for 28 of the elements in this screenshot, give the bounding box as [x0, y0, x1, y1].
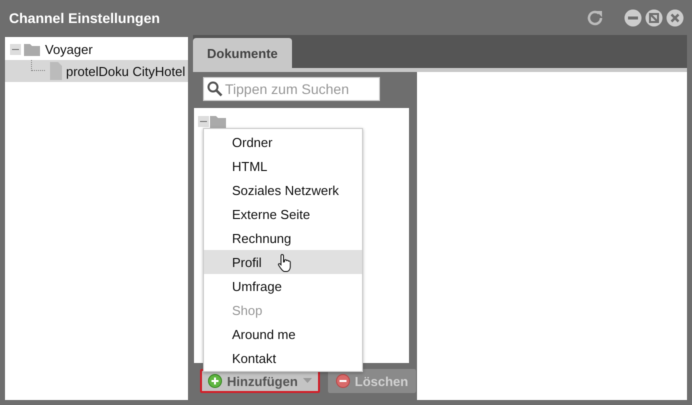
- connector-line: [31, 60, 45, 71]
- pointer-hand-icon: [277, 253, 293, 273]
- search-icon: [207, 81, 223, 97]
- minus-icon: [336, 374, 350, 388]
- window-title: Channel Einstellungen: [9, 10, 161, 26]
- menu-item[interactable]: Around me: [204, 322, 362, 346]
- plus-icon: [208, 374, 222, 388]
- search-field[interactable]: Tippen zum Suchen: [203, 77, 380, 101]
- menu-item[interactable]: Umfrage: [204, 274, 362, 298]
- folder-icon: [21, 41, 41, 57]
- minimize-icon[interactable]: [624, 8, 642, 26]
- caret-icon: [302, 378, 312, 384]
- menu-item[interactable]: Kontakt: [204, 346, 362, 370]
- menu-item[interactable]: HTML: [204, 154, 362, 178]
- refresh-icon[interactable]: [586, 8, 604, 26]
- menu-item[interactable]: Profil: [204, 250, 362, 274]
- document-icon: [49, 62, 62, 80]
- menu-item[interactable]: Rechnung: [204, 226, 362, 250]
- tree-item[interactable]: Voyager: [5, 38, 188, 60]
- menu-item[interactable]: Externe Seite: [204, 202, 362, 226]
- restore-icon[interactable]: [645, 8, 663, 26]
- close-icon[interactable]: [666, 8, 684, 26]
- menu-item[interactable]: Ordner: [204, 130, 362, 154]
- collapse-icon[interactable]: [10, 44, 21, 54]
- collapse-icon[interactable]: [198, 116, 209, 126]
- tab[interactable]: Dokumente: [193, 38, 292, 68]
- menu-item[interactable]: Soziales Netzwerk: [204, 178, 362, 202]
- tree-item[interactable]: protelDoku CityHotel: [5, 60, 188, 82]
